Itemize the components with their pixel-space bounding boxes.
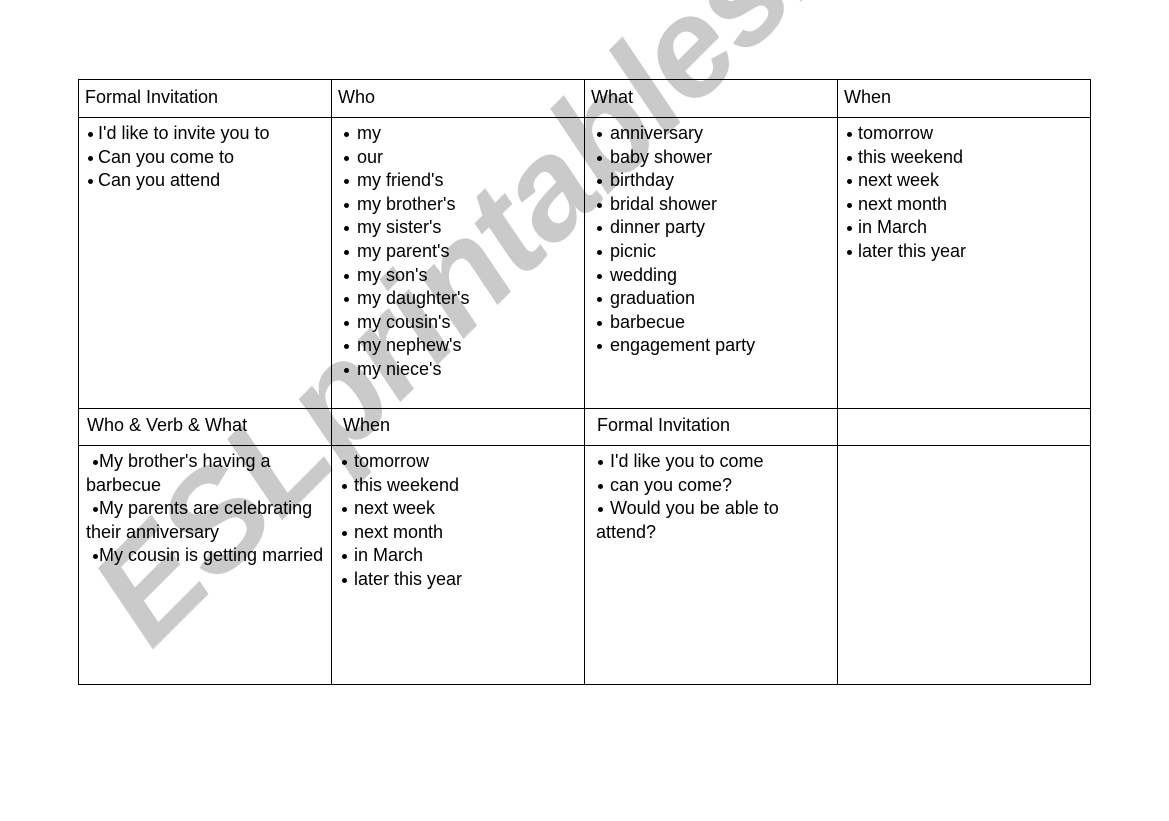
list-item: birthday	[585, 169, 837, 193]
list-item: I'd like you to come	[596, 450, 837, 474]
bullet-list: my our my friend's my brother's my sister's m…	[332, 118, 584, 382]
header-formal-invitation: Formal Invitation	[85, 87, 219, 107]
list-item: picnic	[585, 240, 837, 264]
list-item: anniversary	[585, 122, 837, 146]
list-item: next month	[332, 521, 584, 545]
header-cell: Formal Invitation	[78, 79, 332, 118]
bullet-list: tomorrow this weekend next week next month i…	[332, 446, 584, 592]
list-item: my daughter's	[332, 287, 584, 311]
header-who-verb-what: Who & Verb & What	[87, 415, 248, 435]
content-cell: tomorrow this weekend next week next month i…	[837, 117, 1091, 409]
list-item: next month	[838, 193, 1090, 217]
invitation-table: Formal Invitation Who What When I'd like…	[78, 79, 1091, 685]
list-item: my	[332, 122, 584, 146]
list-item: my niece's	[332, 358, 584, 382]
list-item: later this year	[838, 240, 1090, 264]
header-cell-empty	[837, 408, 1091, 446]
list-item: this weekend	[838, 146, 1090, 170]
content-row-1: I'd like to invite you to Can you come to…	[78, 117, 1091, 409]
list-item: Can you attend	[79, 169, 331, 193]
content-cell: my our my friend's my brother's my sister's m…	[331, 117, 585, 409]
content-cell-empty	[837, 445, 1091, 685]
list-item: my parent's	[332, 240, 584, 264]
list-item: Can you come to	[79, 146, 331, 170]
header-empty	[838, 409, 1090, 414]
content-cell: I'd like you to come can you come? Would y…	[584, 445, 838, 685]
header-cell: What	[584, 79, 838, 118]
bullet-list: My brother's having a barbecue My parents…	[79, 446, 331, 568]
list-item: this weekend	[332, 474, 584, 498]
list-item: my cousin's	[332, 311, 584, 335]
header-row-1: Formal Invitation Who What When	[78, 79, 1091, 118]
list-item: My cousin is getting married	[86, 544, 331, 568]
list-item: next week	[332, 497, 584, 521]
content-row-2: My brother's having a barbecue My parents…	[78, 445, 1091, 685]
list-item: My parents are celebrating their anniver…	[86, 497, 331, 544]
content-cell: I'd like to invite you to Can you come to…	[78, 117, 332, 409]
bullet-list: I'd like to invite you to Can you come to…	[79, 118, 331, 193]
list-item: my nephew's	[332, 334, 584, 358]
list-item: barbecue	[585, 311, 837, 335]
list-item: our	[332, 146, 584, 170]
header-when: When	[844, 87, 892, 107]
header-cell: When	[331, 408, 585, 446]
list-item: my son's	[332, 264, 584, 288]
list-item: my sister's	[332, 216, 584, 240]
list-item: dinner party	[585, 216, 837, 240]
list-item: next week	[838, 169, 1090, 193]
list-item: my friend's	[332, 169, 584, 193]
bullet-list: anniversary baby shower birthday bridal sho…	[585, 118, 837, 358]
header-what: What	[591, 87, 634, 107]
header-cell: When	[837, 79, 1091, 118]
bullet-list	[838, 446, 1090, 450]
list-item: wedding	[585, 264, 837, 288]
header-when: When	[343, 415, 391, 435]
list-item: engagement party	[585, 334, 837, 358]
list-item: bridal shower	[585, 193, 837, 217]
list-item: baby shower	[585, 146, 837, 170]
list-item: My brother's having a barbecue	[86, 450, 331, 497]
content-cell: anniversary baby shower birthday bridal sho…	[584, 117, 838, 409]
list-item: I'd like to invite you to	[79, 122, 331, 146]
list-item: graduation	[585, 287, 837, 311]
content-cell: tomorrow this weekend next week next month i…	[331, 445, 585, 685]
content-cell: My brother's having a barbecue My parents…	[78, 445, 332, 685]
bullet-list: I'd like you to come can you come? Would y…	[585, 446, 837, 544]
list-item: later this year	[332, 568, 584, 592]
header-formal-invitation: Formal Invitation	[597, 415, 731, 435]
header-cell: Who & Verb & What	[78, 408, 332, 446]
list-item: in March	[838, 216, 1090, 240]
list-item: my brother's	[332, 193, 584, 217]
list-item: can you come?	[596, 474, 837, 498]
list-item: Would you be able to attend?	[596, 497, 837, 544]
list-item: tomorrow	[838, 122, 1090, 146]
bullet-list: tomorrow this weekend next week next month i…	[838, 118, 1090, 264]
list-item: in March	[332, 544, 584, 568]
header-cell: Who	[331, 79, 585, 118]
list-item: tomorrow	[332, 450, 584, 474]
header-cell: Formal Invitation	[584, 408, 838, 446]
header-who: Who	[338, 87, 376, 107]
header-row-2: Who & Verb & What When Formal Invitation	[78, 408, 1091, 446]
